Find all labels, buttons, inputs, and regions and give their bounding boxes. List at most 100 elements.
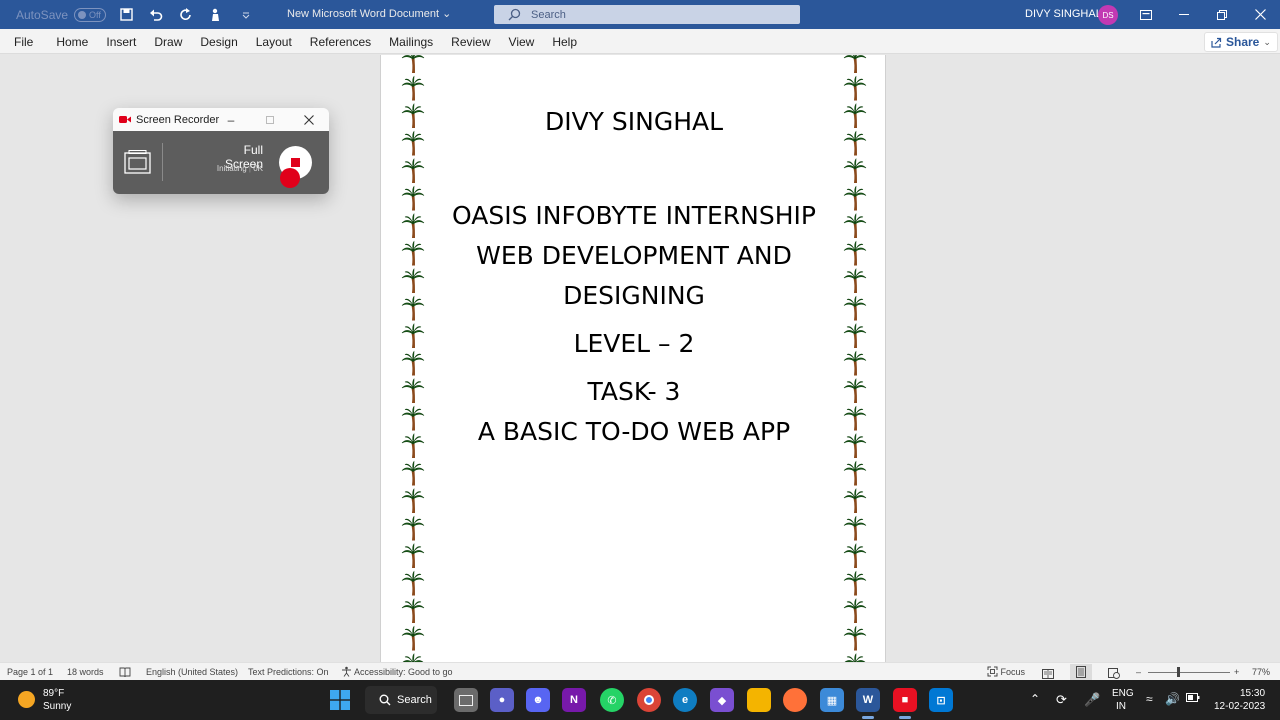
close-icon[interactable]: [299, 108, 319, 131]
edge-icon[interactable]: e: [673, 688, 697, 712]
chevron-down-icon: ⌄: [1263, 36, 1271, 47]
recorder-status-text: Initiating: [216, 164, 247, 173]
zoom-in-button[interactable]: +: [1234, 663, 1239, 681]
customize-toolbar-icon[interactable]: [236, 5, 256, 25]
sun-weather-icon[interactable]: [18, 691, 35, 708]
language-top[interactable]: ENG: [1112, 688, 1134, 699]
microsoft-store-icon[interactable]: ▦: [820, 688, 844, 712]
clock-time[interactable]: 15:30: [1240, 688, 1265, 699]
taskbar-search-button[interactable]: Search: [365, 686, 437, 714]
taskbar-search-label: Search: [397, 694, 432, 706]
search-placeholder: Search: [531, 8, 566, 21]
close-icon[interactable]: [1242, 0, 1278, 29]
battery-icon[interactable]: [1186, 693, 1200, 705]
user-name: DIVY SINGHAL: [1025, 8, 1102, 20]
microphone-icon[interactable]: 🎤: [1084, 692, 1100, 708]
firefox-icon[interactable]: [783, 688, 807, 712]
touch-mode-icon[interactable]: [206, 5, 226, 25]
visual-studio-icon[interactable]: ◆: [710, 688, 734, 712]
word-count[interactable]: 18 words: [67, 663, 104, 681]
weather-description[interactable]: Sunny: [43, 701, 71, 712]
language-bottom[interactable]: IN: [1116, 701, 1126, 712]
tab-design[interactable]: Design: [191, 35, 246, 49]
discord-icon[interactable]: ☻: [526, 688, 550, 712]
zoom-slider-thumb[interactable]: [1177, 667, 1180, 677]
quick-access-toolbar: AutoSave Off: [16, 0, 256, 29]
sync-icon[interactable]: ⟳: [1056, 692, 1067, 708]
ribbon-tabs: File Home Insert Draw Design Layout Refe…: [0, 29, 586, 54]
page-count[interactable]: Page 1 of 1: [7, 663, 53, 681]
tab-home[interactable]: Home: [47, 35, 97, 49]
screen-recorder-icon[interactable]: ■: [893, 688, 917, 712]
file-explorer-icon[interactable]: [747, 688, 771, 712]
ribbon: File Home Insert Draw Design Layout Refe…: [0, 29, 1280, 54]
doc-project-title: A BASIC TO-DO WEB APP: [477, 417, 791, 446]
print-layout-icon[interactable]: [1070, 664, 1092, 680]
recorder-titlebar[interactable]: Screen Recorder –: [113, 108, 329, 131]
recording-indicator: [280, 168, 300, 188]
minimize-icon[interactable]: –: [221, 108, 241, 131]
chrome-icon[interactable]: [637, 688, 661, 712]
tab-review[interactable]: Review: [442, 35, 499, 49]
doc-line-internship: OASIS INFOBYTE INTERNSHIP: [452, 201, 816, 230]
tab-references[interactable]: References: [301, 35, 380, 49]
windows-start-icon[interactable]: [330, 690, 350, 710]
chevron-up-icon[interactable]: ⌃: [1030, 692, 1040, 706]
save-icon[interactable]: [116, 5, 136, 25]
tab-help[interactable]: Help: [543, 35, 586, 49]
ribbon-display-options-icon[interactable]: [1128, 0, 1164, 29]
clock-date[interactable]: 12-02-2023: [1214, 701, 1265, 712]
tab-draw[interactable]: Draw: [145, 35, 191, 49]
onenote-icon[interactable]: N: [562, 688, 586, 712]
task-view-icon[interactable]: [454, 688, 478, 712]
autosave-toggle[interactable]: AutoSave Off: [16, 7, 107, 22]
camera-icon: [119, 116, 131, 123]
full-screen-mode-icon[interactable]: [124, 150, 151, 174]
text-predictions[interactable]: Text Predictions: On: [248, 663, 329, 681]
vscode-icon[interactable]: ⊡: [929, 688, 953, 712]
title-bar: AutoSave Off New Microsoft Word Document…: [0, 0, 1280, 29]
undo-icon[interactable]: [146, 5, 166, 25]
palm-tree-border-right: [843, 55, 867, 662]
accessibility-checker[interactable]: Accessibility: Good to go: [341, 663, 453, 681]
screen-recorder-window: Screen Recorder – Full Screen Initiating…: [113, 108, 329, 194]
doc-level: LEVEL – 2: [573, 329, 695, 358]
focus-mode[interactable]: Focus: [987, 663, 1025, 681]
restore-icon[interactable]: [1204, 0, 1240, 29]
autosave-label: AutoSave: [16, 7, 69, 22]
doc-line-designing: DESIGNING: [563, 281, 705, 310]
taskbar: 89°F Sunny Search ● ☻ N ✆ e ◆ ▦ W ■ ⊡ ⌃ …: [0, 680, 1280, 720]
minimize-icon[interactable]: [1166, 0, 1202, 29]
tab-mailings[interactable]: Mailings: [380, 35, 442, 49]
word-icon[interactable]: W: [856, 688, 880, 712]
teams-chat-icon[interactable]: ●: [490, 688, 514, 712]
chevron-down-icon: ⌄: [442, 8, 452, 20]
autosave-state: Off: [89, 9, 101, 20]
weather-temperature[interactable]: 89°F: [43, 688, 64, 699]
share-button[interactable]: Share ⌄: [1204, 32, 1278, 52]
redo-icon[interactable]: [176, 5, 196, 25]
language-indicator[interactable]: English (United States): [146, 663, 238, 681]
document-title[interactable]: New Microsoft Word Document ⌄: [287, 0, 451, 29]
accessibility-label: Accessibility: Good to go: [354, 667, 453, 677]
autosave-switch[interactable]: Off: [74, 7, 107, 22]
zoom-level[interactable]: 77%: [1252, 663, 1270, 681]
share-icon: [1211, 37, 1222, 48]
tab-layout[interactable]: Layout: [247, 35, 301, 49]
zoom-out-button[interactable]: –: [1136, 663, 1141, 681]
recorder-divider: [162, 143, 163, 181]
zoom-slider[interactable]: [1148, 672, 1230, 673]
document-page[interactable]: DIVY SINGHAL OASIS INFOBYTE INTERNSHIP W…: [380, 55, 886, 662]
recorder-title: Screen Recorder: [136, 113, 220, 126]
avatar[interactable]: DS: [1098, 5, 1118, 25]
tab-file[interactable]: File: [0, 35, 47, 49]
recorder-status: Initiating | 0K: [216, 164, 263, 173]
search-input[interactable]: Search: [494, 5, 800, 24]
tab-view[interactable]: View: [500, 35, 544, 49]
recorder-file-size: 0K: [253, 164, 263, 173]
whatsapp-icon[interactable]: ✆: [600, 688, 624, 712]
wifi-icon[interactable]: ≈: [1146, 692, 1153, 706]
volume-icon[interactable]: 🔊: [1165, 692, 1180, 706]
accessibility-icon: [342, 666, 351, 677]
tab-insert[interactable]: Insert: [97, 35, 145, 49]
